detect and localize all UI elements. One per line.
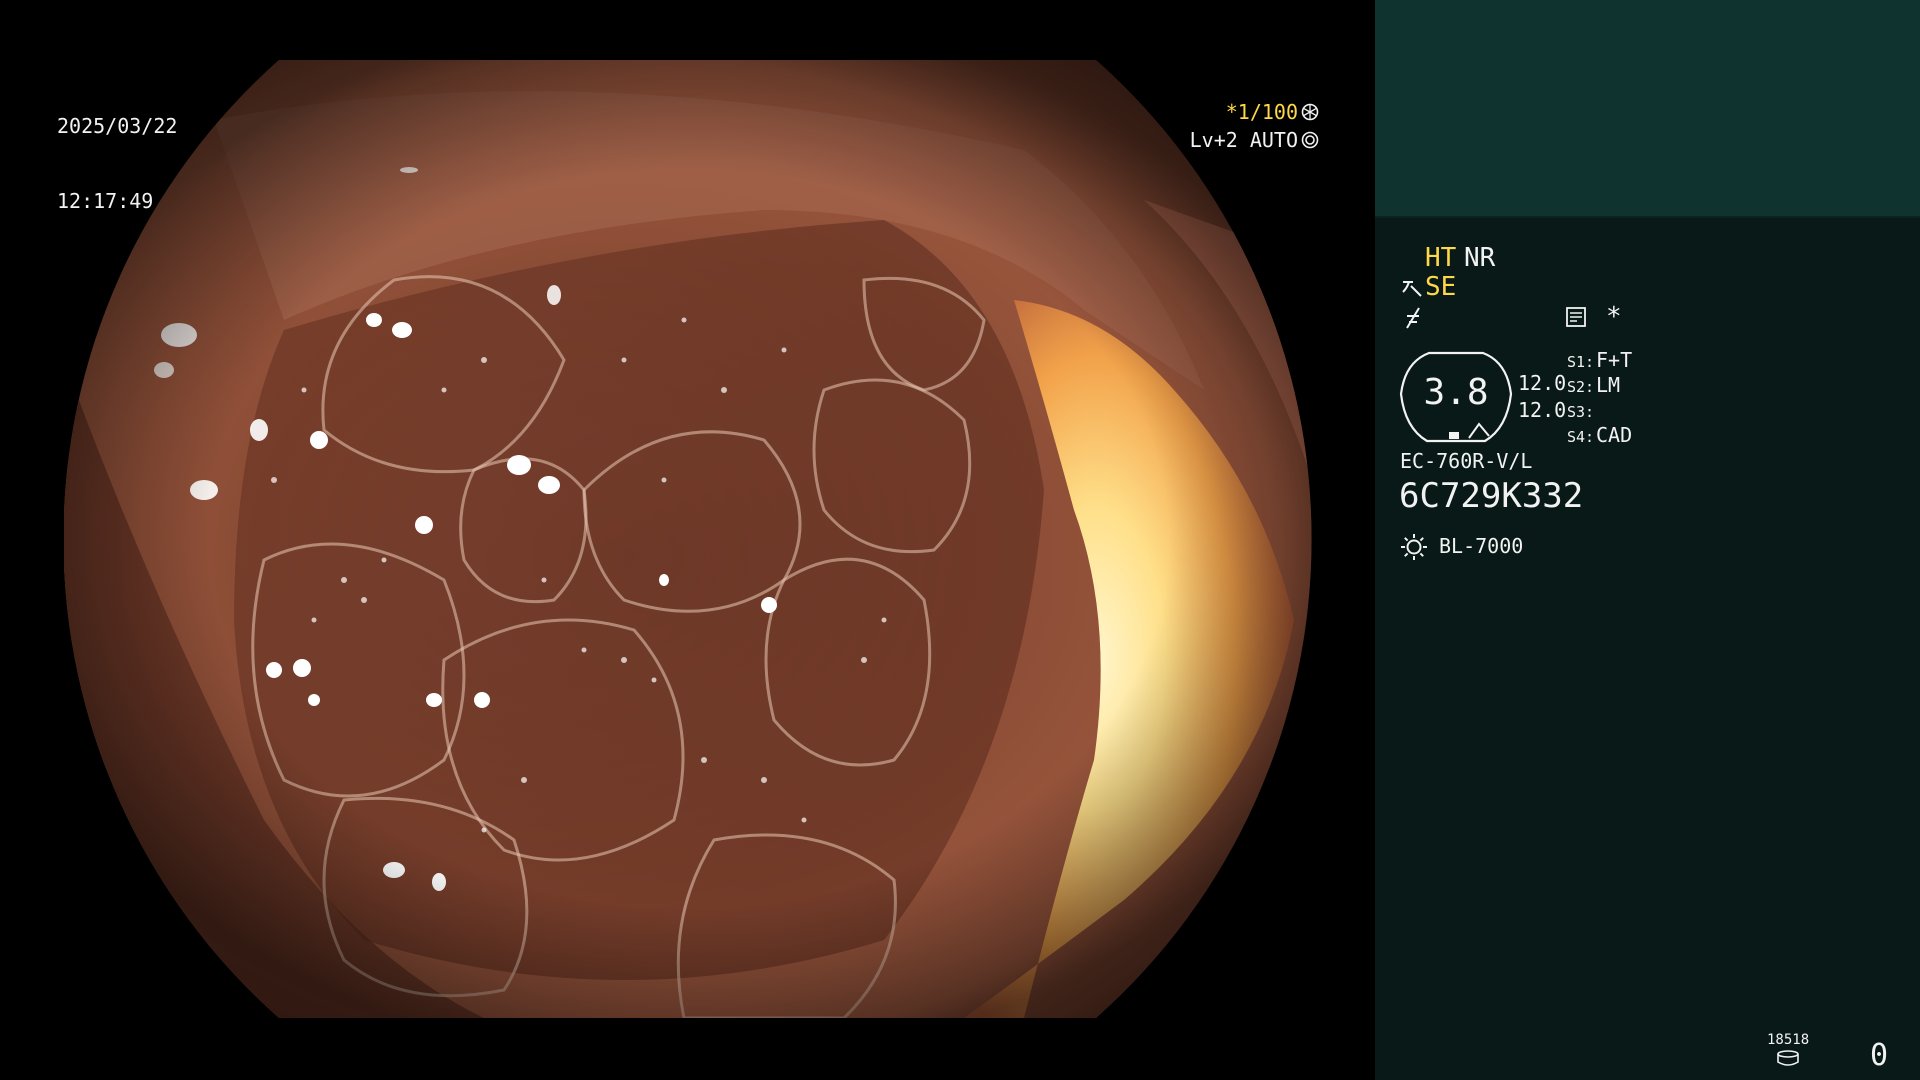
endoscopic-image	[64, 60, 1312, 1018]
capture-time: 12:17:49	[57, 189, 154, 213]
switch-4-key: S4:	[1567, 428, 1595, 446]
storage-icon	[1777, 1050, 1799, 1066]
gauge-reading-1: 12.0	[1518, 371, 1567, 395]
freeze-icon	[1406, 307, 1420, 329]
shutter-ring-icon	[1301, 103, 1319, 121]
mode-nr-label: NR	[1464, 243, 1496, 273]
capture-date: 2025/03/22	[57, 114, 178, 138]
gauge-reading-2: 12.0	[1518, 398, 1567, 422]
iris-ring-icon	[1301, 131, 1319, 149]
info-panel: HT NR SE * 3.8 12.0 12.0 S1: F+T S2: LM …	[1375, 0, 1920, 1080]
star-indicator: *	[1606, 302, 1622, 332]
light-source-label: BL-7000	[1439, 534, 1524, 558]
level-value: Lv+2 AUTO	[1189, 128, 1298, 152]
mode-se-label: SE	[1425, 272, 1457, 302]
magnification-value: 3.8	[1423, 372, 1489, 413]
switch-2-key: S2:	[1567, 378, 1595, 396]
brightness-level-indicator: Lv+2 AUTO	[1190, 127, 1319, 153]
switch-3-key: S3:	[1567, 403, 1595, 421]
capture-timestamp: 2025/03/22 12:17:49	[57, 64, 177, 264]
memo-icon	[1566, 307, 1586, 327]
endoscopy-monitor: 2025/03/22 12:17:49 *1/100 Lv+2 AUTO HT …	[0, 0, 1920, 1080]
enhance-icon	[1402, 281, 1422, 297]
mode-ht-label: HT	[1425, 243, 1457, 273]
switch-2-value: LM	[1596, 373, 1621, 397]
switch-4-value: CAD	[1596, 423, 1633, 447]
storage-counter-value: 0	[1870, 1038, 1889, 1073]
info-panel-header-area	[1375, 0, 1920, 216]
storage-counter-number: 18518	[1767, 1032, 1810, 1048]
exposure-value: *1/100	[1225, 100, 1298, 124]
endoscope-view: 2025/03/22 12:17:49 *1/100 Lv+2 AUTO	[0, 0, 1375, 1080]
scope-serial-number: 6C729K332	[1399, 476, 1584, 516]
switch-1-value: F+T	[1596, 348, 1633, 372]
mucosa-illustration	[64, 60, 1312, 1018]
sun-icon	[1401, 534, 1427, 560]
switch-1-key: S1:	[1567, 353, 1595, 371]
exposure-indicator: *1/100	[1226, 99, 1319, 125]
info-panel-divider	[1375, 216, 1920, 218]
scope-model-label: EC-760R-V/L	[1400, 449, 1533, 473]
